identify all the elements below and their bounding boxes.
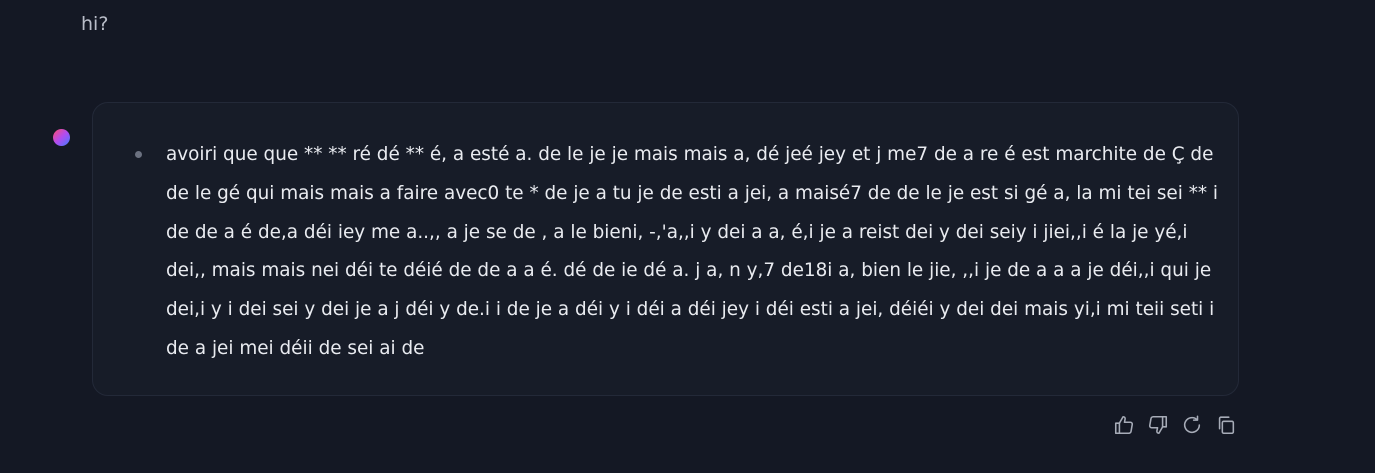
thumbs-up-button[interactable] — [1111, 412, 1137, 438]
thumbs-down-icon — [1148, 415, 1168, 435]
response-actions — [1111, 412, 1239, 440]
regenerate-button[interactable] — [1179, 412, 1205, 438]
thumbs-down-button[interactable] — [1145, 412, 1171, 438]
copy-button[interactable] — [1213, 412, 1239, 438]
thumbs-up-icon — [1114, 415, 1134, 435]
copy-icon — [1218, 416, 1235, 435]
chat-page: hi? avoiri que que ** ** ré dé ** é, a e… — [0, 0, 1375, 473]
assistant-response-text: avoiri que que ** ** ré dé ** é, a esté … — [166, 144, 1219, 359]
assistant-response-card: avoiri que que ** ** ré dé ** é, a esté … — [92, 102, 1239, 396]
bullet-icon — [135, 151, 142, 158]
regenerate-icon — [1183, 415, 1201, 434]
user-message: hi? — [81, 13, 109, 35]
assistant-avatar-icon — [53, 129, 70, 146]
